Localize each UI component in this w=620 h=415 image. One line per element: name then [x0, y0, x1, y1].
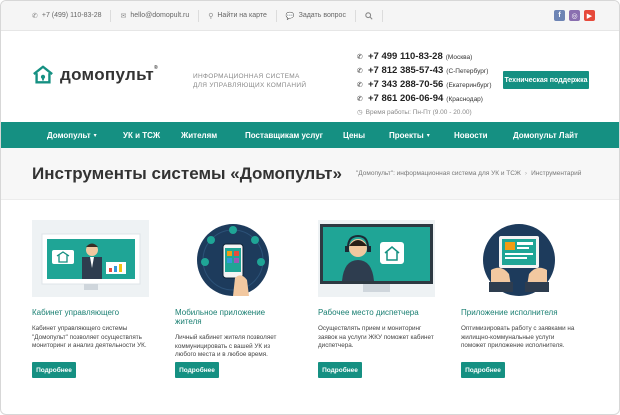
card-description: Кабинет управляющего системы "Домопульт"…: [32, 325, 147, 349]
phone-city: (Екатеринбург): [446, 82, 492, 89]
main-navigation: Домопульт ▾ УК и ТСЖ Жителям Поставщикам …: [1, 122, 619, 148]
tool-card-dispatcher: Рабочее место диспетчера Осуществлять пр…: [318, 220, 435, 378]
nav-label: Проекты: [389, 130, 424, 140]
chevron-down-icon: ▾: [426, 132, 430, 139]
phone-row[interactable]: ✆ +7 499 110-83-28 (Москва): [357, 50, 492, 64]
search-icon: [365, 11, 373, 20]
chat-icon: 💬: [285, 12, 295, 20]
dispatcher-illustration: [318, 220, 435, 297]
nav-label: Домопульт Лайт: [513, 130, 578, 140]
browser-frame: ✆ +7 (499) 110-83-28 ✉ hello@domopult.ru…: [0, 0, 620, 415]
more-button[interactable]: Подробнее: [175, 362, 219, 378]
nav-label: Цены: [343, 130, 366, 140]
top-phone-link[interactable]: ✆ +7 (499) 110-83-28: [32, 9, 112, 22]
nav-item-uk-tszh[interactable]: УК и ТСЖ: [123, 131, 181, 140]
nav-item-suppliers[interactable]: Поставщикам услуг: [245, 131, 343, 140]
breadcrumb: "Домопульт": информационная система для …: [356, 170, 581, 177]
nav-item-lite[interactable]: Домопульт Лайт: [513, 131, 578, 140]
executor-illustration: [461, 220, 578, 297]
card-title[interactable]: Мобильное приложение жителя: [175, 308, 292, 326]
phone-city: (Москва): [445, 54, 473, 61]
more-button[interactable]: Подробнее: [318, 362, 362, 378]
top-email-text: hello@domopult.ru: [130, 12, 190, 19]
phone-icon: ✆: [32, 12, 38, 20]
phone-row[interactable]: ✆ +7 812 385-57-43 (С-Петербург): [357, 64, 492, 78]
clock-icon: ◷: [357, 109, 363, 116]
top-email-link[interactable]: ✉ hello@domopult.ru: [120, 9, 200, 22]
contact-phones: ✆ +7 499 110-83-28 (Москва) ✆ +7 812 385-57…: [357, 50, 492, 119]
top-utility-bar: ✆ +7 (499) 110-83-28 ✉ hello@domopult.ru…: [1, 1, 619, 31]
phone-row[interactable]: ✆ +7 861 206-06-94 (Краснодар): [357, 92, 492, 106]
instagram-icon[interactable]: ◎: [569, 10, 580, 21]
tagline-line-2: ДЛЯ УПРАВЛЯЮЩИХ КОМПАНИЙ: [193, 82, 307, 89]
phone-number: +7 343 288-70-56: [368, 79, 444, 90]
breadcrumb-separator-icon: ›: [524, 170, 528, 177]
phone-city: (Краснодар): [446, 96, 483, 103]
card-title[interactable]: Рабочее место диспетчера: [318, 308, 435, 317]
top-ask-text: Задать вопрос: [298, 12, 346, 19]
card-description: Оптимизировать работу с заявками на жили…: [461, 325, 575, 349]
chevron-down-icon: ▾: [93, 132, 97, 139]
house-logo-icon: [33, 65, 53, 84]
more-button[interactable]: Подробнее: [32, 362, 76, 378]
top-search-button[interactable]: [365, 9, 383, 22]
phone-number: +7 812 385-57-43: [368, 65, 444, 76]
top-ask-link[interactable]: 💬 Задать вопрос: [285, 9, 356, 22]
tool-card-mobile-app: Мобильное приложение жителя Личный кабин…: [175, 220, 292, 378]
card-title[interactable]: Кабинет управляющего: [32, 308, 149, 317]
phone-icon: ✆: [357, 96, 363, 103]
nav-label: Жителям: [181, 130, 218, 140]
top-map-link[interactable]: ⚲ Найти на карте: [208, 9, 277, 22]
nav-item-residents[interactable]: Жителям: [181, 131, 245, 140]
working-hours: ◷ Время работы: Пн-Пт (9.00 - 20.00): [357, 106, 492, 119]
nav-item-prices[interactable]: Цены: [343, 131, 389, 140]
card-description: Личный кабинет жителя позволяет коммуниц…: [175, 334, 277, 358]
nav-label: Домопульт: [47, 130, 91, 140]
tool-card-manager: Кабинет управляющего Кабинет управляющег…: [32, 220, 149, 378]
top-map-text: Найти на карте: [217, 12, 267, 19]
nav-item-domopult[interactable]: Домопульт ▾: [47, 131, 123, 140]
social-links: f ◎ ▶: [554, 10, 595, 21]
card-title[interactable]: Приложение исполнителя: [461, 308, 578, 317]
working-hours-text: Время работы: Пн-Пт (9.00 - 20.00): [365, 109, 472, 116]
more-button[interactable]: Подробнее: [461, 362, 505, 378]
manager-illustration: [32, 220, 149, 297]
nav-item-projects[interactable]: Проекты ▾: [389, 131, 454, 140]
map-pin-icon: ⚲: [208, 12, 214, 20]
tech-support-button[interactable]: Техническая поддержка: [503, 71, 589, 89]
nav-item-news[interactable]: Новости: [454, 131, 513, 140]
mobile-app-illustration: [175, 220, 292, 297]
site-logo[interactable]: домопульт®: [32, 64, 158, 86]
nav-label: Поставщикам услуг: [245, 130, 323, 140]
facebook-icon[interactable]: f: [554, 10, 565, 21]
brand-name: домопульт®: [60, 65, 158, 84]
breadcrumb-current: Инструментарий: [531, 170, 582, 177]
tool-card-executor: Приложение исполнителя Оптимизировать ра…: [461, 220, 578, 378]
brand-tagline: ИНФОРМАЦИОННАЯ СИСТЕМА ДЛЯ УПРАВЛЯЮЩИХ К…: [193, 72, 306, 90]
tagline-line-1: ИНФОРМАЦИОННАЯ СИСТЕМА: [193, 73, 300, 80]
phone-icon: ✆: [357, 54, 363, 61]
phone-number: +7 499 110-83-28: [368, 51, 443, 62]
top-phone-text: +7 (499) 110-83-28: [41, 12, 102, 19]
nav-label: УК и ТСЖ: [123, 130, 161, 140]
card-description: Осуществлять прием и мониторинг заявок н…: [318, 325, 434, 349]
phone-city: (С-Петербург): [446, 68, 489, 75]
nav-label: Новости: [454, 130, 488, 140]
phone-number: +7 861 206-06-94: [368, 93, 444, 104]
phone-row[interactable]: ✆ +7 343 288-70-56 (Екатеринбург): [357, 78, 492, 92]
phone-icon: ✆: [357, 82, 363, 89]
phone-icon: ✆: [357, 68, 363, 75]
youtube-icon[interactable]: ▶: [584, 10, 595, 21]
breadcrumb-link-home[interactable]: "Домопульт": информационная система для …: [356, 170, 521, 177]
envelope-icon: ✉: [120, 12, 127, 20]
page-title: Инструменты системы «Домопульт»: [32, 164, 342, 183]
